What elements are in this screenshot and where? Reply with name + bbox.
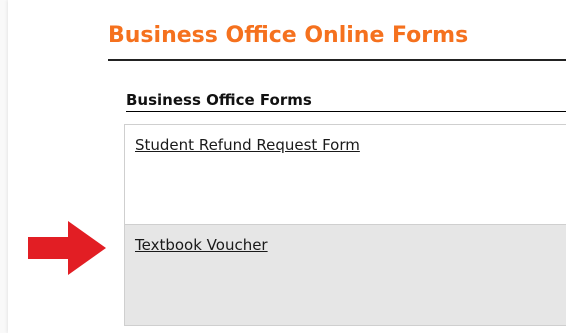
page-title: Business Office Online Forms xyxy=(108,23,469,48)
section-heading: Business Office Forms xyxy=(126,91,312,109)
list-item-student-refund-request-form: Student Refund Request Form xyxy=(125,125,566,225)
list-item-textbook-voucher: Textbook Voucher xyxy=(125,225,566,325)
title-divider xyxy=(108,59,566,61)
textbook-voucher-link[interactable]: Textbook Voucher xyxy=(135,236,268,254)
arrow-right-icon xyxy=(28,221,106,275)
student-refund-request-form-link[interactable]: Student Refund Request Form xyxy=(135,136,360,154)
forms-list: Student Refund Request Form Textbook Vou… xyxy=(124,124,566,326)
section-divider xyxy=(126,111,566,112)
